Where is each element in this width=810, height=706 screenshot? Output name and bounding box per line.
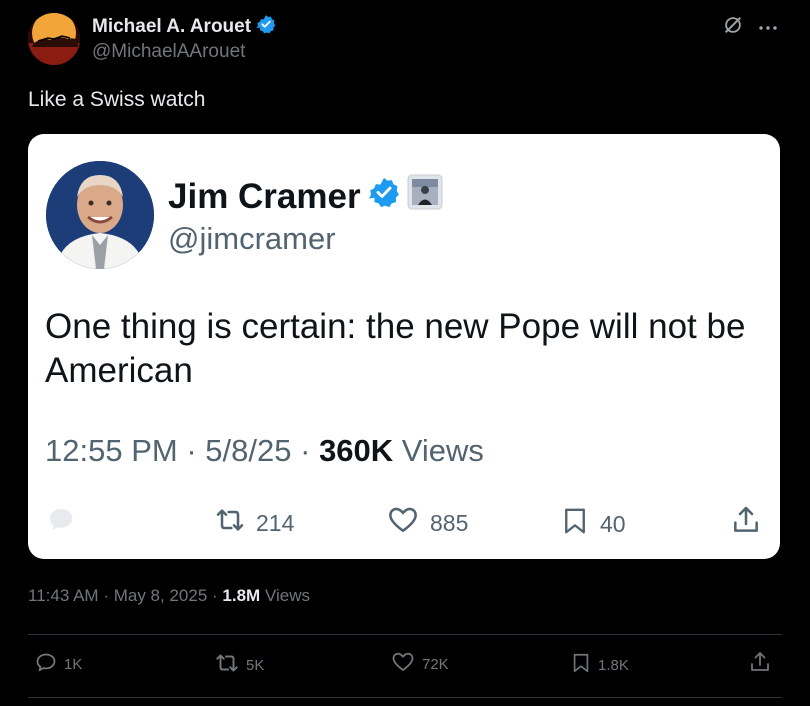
tweet-views-label: Views — [264, 586, 310, 605]
tweet-date[interactable]: May 8, 2025 — [114, 586, 208, 605]
reply-icon — [46, 504, 76, 540]
retweet-icon — [214, 504, 246, 542]
like-action[interactable]: 72K — [390, 650, 449, 678]
heart-icon — [386, 504, 420, 542]
bookmark-count: 40 — [600, 510, 626, 537]
separator: · — [186, 433, 197, 468]
quoted-bookmark-action[interactable]: 40 — [560, 504, 626, 544]
heart-icon — [390, 650, 416, 678]
quoted-name-row[interactable]: Jim Cramer — [168, 174, 443, 219]
bookmark-action[interactable]: 1.8K — [570, 650, 629, 680]
quoted-avatar[interactable] — [46, 161, 154, 269]
tweet-meta: 11:43 AM · May 8, 2025 · 1.8M Views — [28, 586, 310, 606]
top-right-controls — [722, 14, 778, 41]
divider — [28, 697, 782, 698]
quoted-name[interactable]: Jim Cramer — [168, 177, 361, 217]
quoted-like-action[interactable]: 885 — [386, 504, 468, 542]
separator: · — [212, 586, 218, 605]
verified-badge-icon — [256, 14, 276, 40]
tweet-action-bar: 1K 5K 72K 1.8K — [0, 650, 810, 680]
more-options-icon[interactable] — [758, 19, 778, 37]
separator: · — [103, 586, 109, 605]
quoted-views-count: 360K — [319, 433, 394, 468]
tweet-time[interactable]: 11:43 AM — [28, 586, 99, 605]
author-handle[interactable]: @MichaelAArouet — [92, 41, 245, 63]
author-avatar[interactable] — [28, 13, 80, 65]
author-name[interactable]: Michael A. Arouet — [92, 16, 251, 38]
grok-icon[interactable] — [722, 14, 744, 41]
quoted-tweet-card[interactable]: Jim Cramer @jimcramer One thing is certa… — [28, 134, 780, 559]
quoted-time[interactable]: 12:55 PM — [45, 433, 178, 468]
verified-badge-icon — [368, 176, 400, 217]
bookmark-icon — [570, 650, 592, 680]
share-icon — [748, 650, 772, 678]
retweet-icon — [214, 650, 240, 680]
retweet-count: 214 — [256, 509, 295, 536]
divider — [28, 634, 782, 635]
retweet-action[interactable]: 5K — [214, 650, 264, 680]
quoted-share-action[interactable] — [730, 504, 762, 542]
quoted-date[interactable]: 5/8/25 — [205, 433, 291, 468]
tweet-text: Like a Swiss watch — [28, 88, 206, 111]
like-count: 885 — [430, 509, 469, 536]
retweet-count: 5K — [246, 656, 265, 674]
reply-icon — [34, 650, 58, 678]
reply-action[interactable]: 1K — [34, 650, 82, 678]
quoted-text: One thing is certain: the new Pope will … — [45, 307, 746, 390]
quoted-retweet-action[interactable]: 214 — [214, 504, 294, 542]
share-icon — [730, 504, 762, 542]
reply-count: 1K — [64, 655, 83, 673]
quoted-action-bar: 214 885 40 — [28, 504, 780, 544]
tweet-views-count: 1.8M — [222, 586, 261, 605]
bookmark-icon — [560, 504, 590, 544]
quoted-views-label: Views — [401, 433, 484, 468]
share-action[interactable] — [748, 650, 772, 678]
like-count: 72K — [422, 655, 449, 673]
affiliate-badge-icon[interactable] — [407, 174, 443, 219]
quoted-handle[interactable]: @jimcramer — [168, 221, 336, 257]
quoted-meta: 12:55 PM · 5/8/25 · 360K Views — [45, 433, 484, 469]
separator: · — [300, 433, 311, 468]
bookmark-count: 1.8K — [598, 656, 629, 674]
author-name-row[interactable]: Michael A. Arouet — [92, 14, 276, 40]
quoted-reply-action[interactable] — [46, 504, 86, 540]
